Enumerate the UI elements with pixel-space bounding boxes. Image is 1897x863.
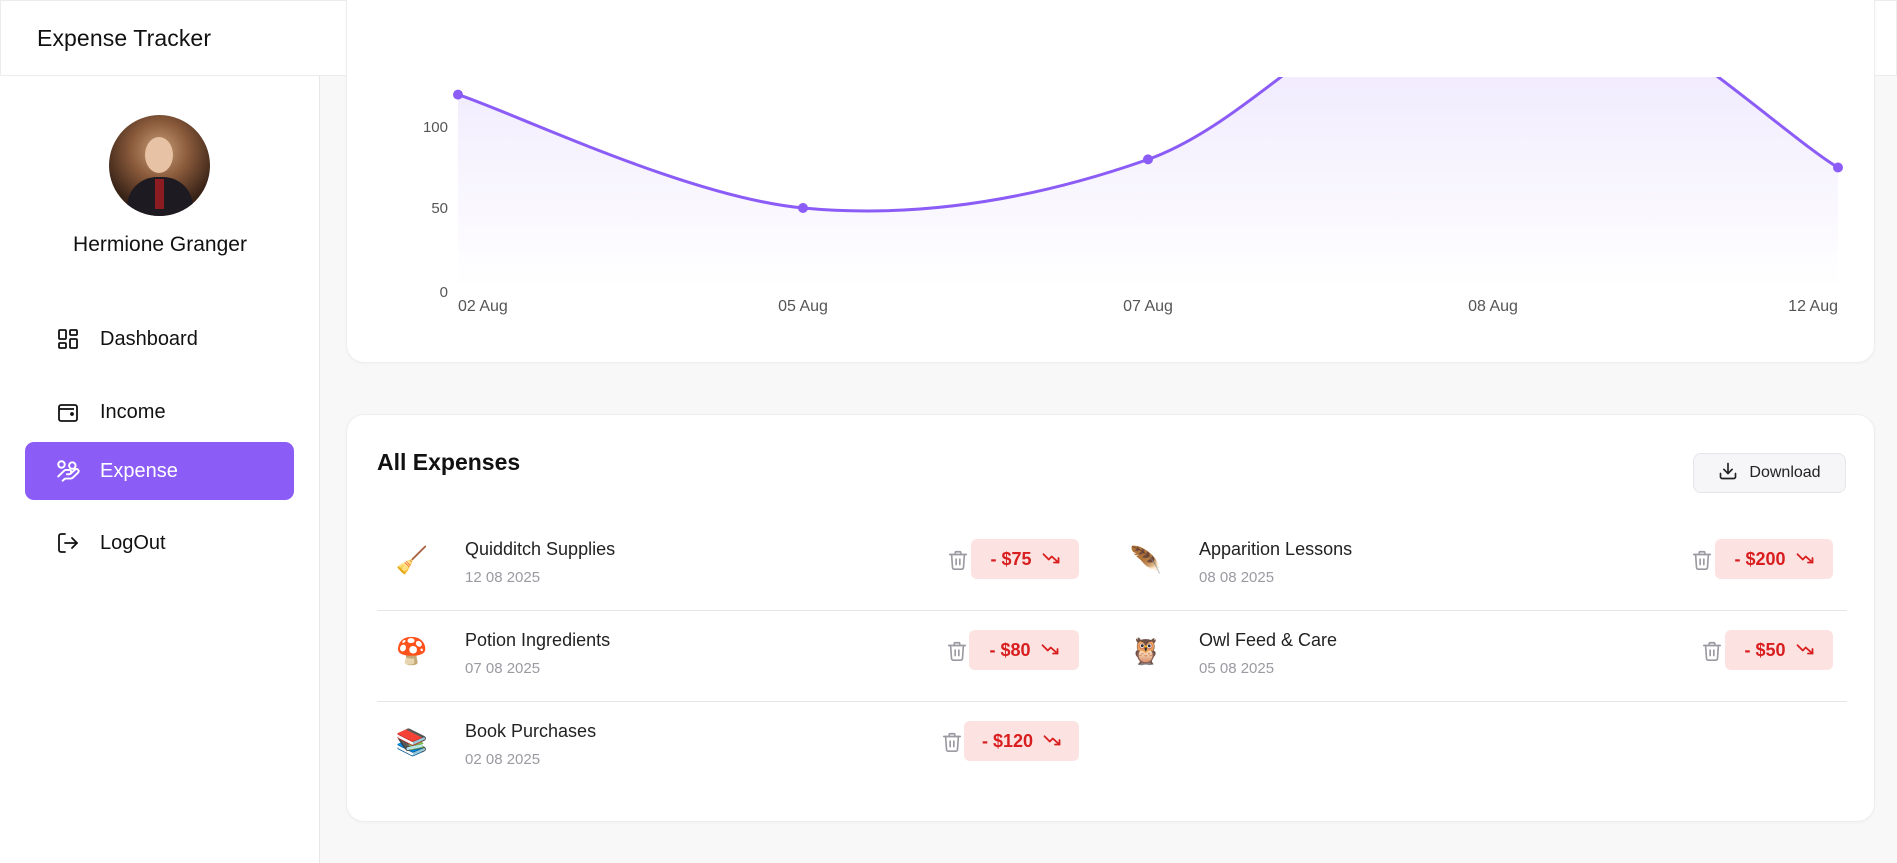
wallet-icon [55,399,81,425]
x-tick-label: 12 Aug [1788,298,1838,315]
amount-value: - $200 [1734,548,1786,569]
trend-down-icon [1041,640,1059,661]
mushroom-icon: 🍄 [395,635,429,666]
expense-date: 02 08 2025 [465,751,541,768]
amount-value: - $75 [990,548,1032,569]
data-point[interactable] [798,203,808,213]
expense-area-chart: 0 50 100 02 Aug 05 Aug 07 Aug 08 Aug 12 Aug [423,77,1843,315]
trend-down-icon [1043,731,1061,752]
amount-value: - $50 [1744,639,1786,660]
trash-icon[interactable] [1691,547,1713,573]
y-tick-label: 50 [431,200,448,217]
sidebar-item-dashboard[interactable]: Dashboard [25,310,294,368]
amount-badge: - $50 [1725,630,1833,670]
download-button[interactable]: Download [1693,453,1846,493]
data-point[interactable] [1833,162,1843,173]
logout-icon [55,530,81,556]
download-icon [1718,461,1738,486]
expense-date: 05 08 2025 [1199,660,1275,677]
books-icon: 📚 [395,726,429,757]
trash-icon[interactable] [941,729,963,755]
owl-icon: 🦉 [1129,635,1163,666]
download-label: Download [1749,464,1821,481]
area-fill [458,77,1838,289]
trend-down-icon [1796,549,1814,570]
y-tick-label: 100 [423,119,448,136]
expense-name: Quidditch Supplies [465,539,616,559]
row-divider [377,610,1847,611]
broom-icon: 🧹 [395,544,429,575]
sidebar-item-logout[interactable]: LogOut [25,514,294,572]
x-tick-label: 08 Aug [1468,298,1518,315]
sidebar-item-label: Income [100,400,166,423]
data-point[interactable] [1143,154,1153,165]
expense-item[interactable]: 📚 Book Purchases 02 08 2025 - $120 [395,721,1079,781]
row-divider [377,701,1847,702]
feather-quill-icon: 🪶 [1129,544,1163,575]
amount-badge: - $80 [969,630,1079,670]
expense-item[interactable]: 🦉 Owl Feed & Care 05 08 2025 - $50 [1129,630,1833,690]
x-tick-label: 07 Aug [1123,298,1173,315]
sidebar-item-income[interactable]: Income [25,383,294,441]
trash-icon[interactable] [946,638,968,664]
expense-name: Potion Ingredients [465,630,611,650]
avatar [109,115,210,216]
expense-item[interactable]: 🧹 Quidditch Supplies 12 08 2025 - $75 [395,539,1079,599]
sidebar-item-label: LogOut [100,531,166,554]
trash-icon[interactable] [1701,638,1723,664]
x-tick-label: 05 Aug [778,298,828,315]
amount-badge: - $75 [971,539,1079,579]
expense-item[interactable]: 🍄 Potion Ingredients 07 08 2025 - $80 [395,630,1079,690]
y-tick-label: 0 [440,284,448,301]
sidebar-item-expense[interactable]: Expense [25,442,294,500]
amount-badge: - $200 [1715,539,1833,579]
app-title: Expense Tracker [37,24,212,51]
expense-date: 08 08 2025 [1199,569,1275,586]
expense-name: Owl Feed & Care [1199,630,1338,650]
expense-date: 07 08 2025 [465,660,541,677]
sidebar-item-label: Dashboard [100,327,198,350]
expense-name: Apparition Lessons [1199,539,1353,559]
expense-date: 12 08 2025 [465,569,541,586]
all-expenses-card: All Expenses Download 🧹 Quidditch Suppli… [346,414,1875,822]
trend-down-icon [1042,549,1060,570]
trash-icon[interactable] [947,547,969,573]
data-point[interactable] [453,89,463,100]
dashboard-icon [55,326,81,352]
expense-name: Book Purchases [465,721,597,741]
section-title: All Expenses [377,449,521,475]
amount-value: - $80 [989,639,1031,660]
sidebar-item-label: Expense [100,459,178,482]
user-name: Hermione Granger [73,233,247,256]
expense-item[interactable]: 🪶 Apparition Lessons 08 08 2025 - $200 [1129,539,1833,599]
sidebar: Hermione Granger Dashboard Income Expens… [0,76,320,863]
trend-down-icon [1796,640,1814,661]
amount-badge: - $120 [964,721,1079,761]
expense-chart-card: 0 50 100 02 Aug 05 Aug 07 Aug 08 Aug 12 Aug [346,0,1875,363]
x-tick-label: 02 Aug [458,298,508,315]
hand-coins-icon [55,458,81,484]
amount-value: - $120 [981,730,1034,751]
